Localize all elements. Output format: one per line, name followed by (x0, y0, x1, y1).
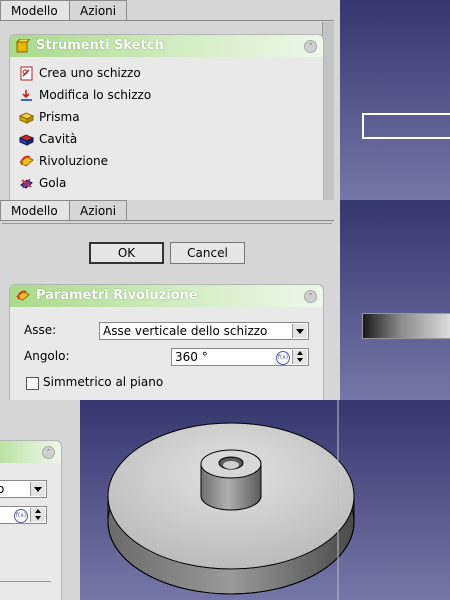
params-header-partial: ⌃ (0, 441, 61, 463)
tab-actions[interactable]: Azioni (69, 0, 127, 20)
angle-label: Angolo: (24, 349, 70, 363)
expression-icon[interactable]: f(x) (14, 509, 28, 523)
sketcher-workbench-icon (16, 39, 30, 53)
tab-model[interactable]: Modello (0, 0, 70, 20)
chevron-down-icon[interactable] (30, 482, 45, 496)
sketch-tools-header[interactable]: Strumenti Sketch ⌃ (10, 35, 323, 57)
3d-viewport[interactable] (80, 400, 450, 600)
action-revolution[interactable]: Rivoluzione (19, 151, 108, 171)
divider (0, 581, 51, 582)
item-label: Cavità (39, 132, 78, 146)
axis-value: Asse verticale dello schizzo (103, 324, 268, 338)
groove-icon (20, 178, 33, 189)
tab-underline (0, 220, 334, 221)
combo-tabs: Modello Azioni (0, 200, 127, 220)
new-sketch-icon (20, 66, 33, 81)
revolution-icon (19, 155, 34, 167)
edit-sketch-icon (21, 90, 32, 101)
sketch-rectangle (362, 113, 450, 139)
revolution-icon (16, 290, 30, 301)
item-label: Crea uno schizzo (39, 66, 141, 80)
chevron-down-icon[interactable] (292, 324, 307, 338)
action-pocket[interactable]: Cavità (19, 129, 77, 149)
params-box-partial: ⌃ o f(x) (0, 440, 62, 600)
band-revolved-solid: ⌃ o f(x) (0, 400, 450, 600)
cancel-button[interactable]: Cancel (170, 242, 245, 264)
revolved-pulley-model (107, 400, 355, 600)
expression-icon[interactable]: f(x) (276, 351, 290, 365)
action-edit-sketch[interactable]: Modifica lo schizzo (19, 85, 151, 105)
pocket-icon (19, 134, 34, 146)
angle-spinbox[interactable]: 360 ° f(x) (171, 348, 309, 366)
collapse-icon[interactable]: ⌃ (304, 40, 317, 53)
collapse-icon[interactable]: ⌃ (304, 290, 317, 303)
3d-viewport[interactable] (340, 200, 450, 400)
angle-spinbox-partial[interactable]: f(x) (0, 506, 47, 524)
revolution-params-box: Parametri Rivoluzione ⌃ Asse: Asse verti… (9, 284, 324, 400)
axis-dropdown[interactable]: Asse verticale dello schizzo (99, 322, 309, 340)
axis-label: Asse: (24, 323, 57, 337)
pad-icon (19, 112, 34, 124)
collapse-icon[interactable]: ⌃ (42, 446, 55, 459)
band-revolution-params: Modello Azioni OK Cancel Parametri Rivol… (0, 200, 450, 400)
revolved-profile-preview (362, 313, 450, 339)
axis-value-partial: o (0, 482, 5, 496)
tab-model[interactable]: Modello (0, 200, 70, 220)
band-sketch-tools: Modello Azioni Strumenti Sketch ⌃ Crea u… (0, 0, 450, 200)
axis-dropdown-partial[interactable]: o (0, 480, 47, 498)
action-new-sketch[interactable]: Crea uno schizzo (19, 63, 141, 83)
symmetric-label: Simmetrico al piano (43, 375, 164, 389)
action-groove[interactable]: Gola (19, 173, 66, 193)
revolution-params-header[interactable]: Parametri Rivoluzione ⌃ (10, 285, 323, 307)
sketch-tools-title: Strumenti Sketch (36, 38, 164, 53)
item-label: Gola (39, 176, 67, 190)
stepper-arrows-icon[interactable] (30, 508, 45, 522)
ok-button[interactable]: OK (89, 242, 164, 264)
item-label: Rivoluzione (39, 154, 109, 168)
symmetric-checkbox[interactable] (26, 377, 39, 390)
panel-separator (2, 223, 332, 224)
item-label: Modifica lo schizzo (39, 88, 152, 102)
sketch-tools-box: Strumenti Sketch ⌃ Crea uno schizzo Modi… (9, 34, 324, 200)
combo-tabs: Modello Azioni (0, 0, 127, 20)
angle-value: 360 ° (175, 350, 208, 364)
revolution-params-title: Parametri Rivoluzione (36, 288, 198, 303)
tab-underline (0, 20, 334, 21)
stepper-arrows-icon[interactable] (292, 350, 307, 364)
item-label: Prisma (39, 110, 80, 124)
action-pad[interactable]: Prisma (19, 107, 80, 127)
3d-viewport[interactable] (340, 0, 450, 200)
tab-actions[interactable]: Azioni (69, 200, 127, 220)
